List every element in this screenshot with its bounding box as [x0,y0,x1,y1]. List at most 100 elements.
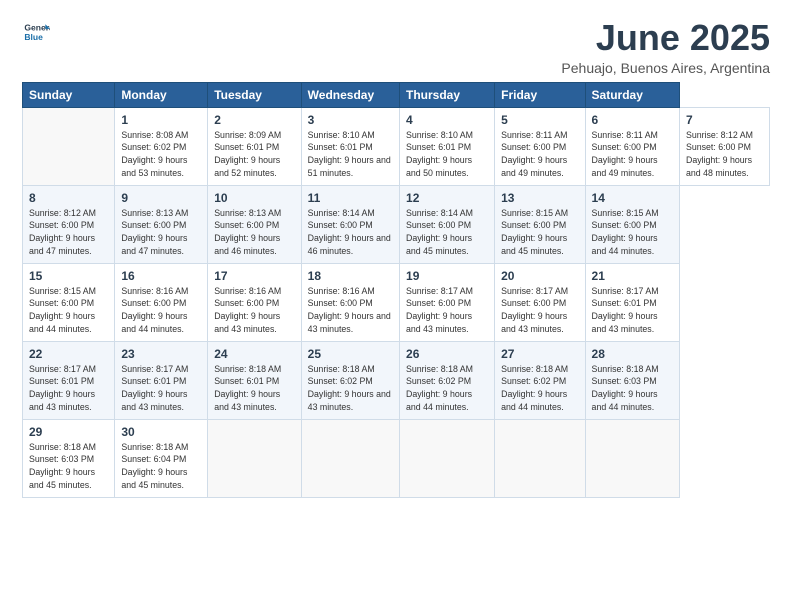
day-number: 15 [29,269,108,283]
day-info: Sunrise: 8:12 AMSunset: 6:00 PMDaylight:… [29,207,108,258]
col-saturday: Saturday [585,82,679,107]
calendar-header-row: Sunday Monday Tuesday Wednesday Thursday… [23,82,770,107]
day-number: 5 [501,113,578,127]
day-number: 28 [592,347,673,361]
calendar-cell: 25 Sunrise: 8:18 AMSunset: 6:02 PMDaylig… [301,341,399,419]
calendar-cell: 28 Sunrise: 8:18 AMSunset: 6:03 PMDaylig… [585,341,679,419]
day-number: 29 [29,425,108,439]
day-number: 23 [121,347,201,361]
day-number: 8 [29,191,108,205]
day-info: Sunrise: 8:10 AMSunset: 6:01 PMDaylight:… [308,129,393,180]
col-friday: Friday [495,82,585,107]
calendar-cell: 13 Sunrise: 8:15 AMSunset: 6:00 PMDaylig… [495,185,585,263]
day-number: 27 [501,347,578,361]
svg-text:Blue: Blue [24,32,43,42]
day-info: Sunrise: 8:09 AMSunset: 6:01 PMDaylight:… [214,129,294,180]
calendar-cell [585,419,679,497]
calendar-cell: 16 Sunrise: 8:16 AMSunset: 6:00 PMDaylig… [115,263,208,341]
calendar-cell: 19 Sunrise: 8:17 AMSunset: 6:00 PMDaylig… [400,263,495,341]
day-number: 1 [121,113,201,127]
calendar-cell: 30 Sunrise: 8:18 AMSunset: 6:04 PMDaylig… [115,419,208,497]
calendar-cell: 14 Sunrise: 8:15 AMSunset: 6:00 PMDaylig… [585,185,679,263]
calendar-cell: 4 Sunrise: 8:10 AMSunset: 6:01 PMDayligh… [400,107,495,185]
subtitle: Pehuajo, Buenos Aires, Argentina [561,60,770,76]
day-info: Sunrise: 8:18 AMSunset: 6:01 PMDaylight:… [214,363,294,414]
day-number: 11 [308,191,393,205]
day-info: Sunrise: 8:08 AMSunset: 6:02 PMDaylight:… [121,129,201,180]
day-info: Sunrise: 8:16 AMSunset: 6:00 PMDaylight:… [308,285,393,336]
day-info: Sunrise: 8:17 AMSunset: 6:01 PMDaylight:… [121,363,201,414]
calendar-cell: 5 Sunrise: 8:11 AMSunset: 6:00 PMDayligh… [495,107,585,185]
calendar-cell-empty [23,107,115,185]
day-number: 17 [214,269,294,283]
day-number: 7 [686,113,763,127]
day-info: Sunrise: 8:15 AMSunset: 6:00 PMDaylight:… [29,285,108,336]
main-title: June 2025 [561,18,770,58]
day-number: 24 [214,347,294,361]
calendar-cell: 27 Sunrise: 8:18 AMSunset: 6:02 PMDaylig… [495,341,585,419]
calendar-table: Sunday Monday Tuesday Wednesday Thursday… [22,82,770,498]
day-info: Sunrise: 8:17 AMSunset: 6:00 PMDaylight:… [501,285,578,336]
day-info: Sunrise: 8:13 AMSunset: 6:00 PMDaylight:… [214,207,294,258]
calendar-cell: 22 Sunrise: 8:17 AMSunset: 6:01 PMDaylig… [23,341,115,419]
day-number: 13 [501,191,578,205]
col-tuesday: Tuesday [208,82,301,107]
day-info: Sunrise: 8:17 AMSunset: 6:01 PMDaylight:… [29,363,108,414]
page: General Blue June 2025 Pehuajo, Buenos A… [0,0,792,612]
calendar-cell: 11 Sunrise: 8:14 AMSunset: 6:00 PMDaylig… [301,185,399,263]
calendar-cell: 2 Sunrise: 8:09 AMSunset: 6:01 PMDayligh… [208,107,301,185]
day-number: 22 [29,347,108,361]
header: General Blue June 2025 Pehuajo, Buenos A… [22,18,770,76]
calendar-cell: 29 Sunrise: 8:18 AMSunset: 6:03 PMDaylig… [23,419,115,497]
day-number: 16 [121,269,201,283]
calendar-cell: 17 Sunrise: 8:16 AMSunset: 6:00 PMDaylig… [208,263,301,341]
calendar-cell [301,419,399,497]
day-number: 30 [121,425,201,439]
day-info: Sunrise: 8:16 AMSunset: 6:00 PMDaylight:… [121,285,201,336]
day-info: Sunrise: 8:14 AMSunset: 6:00 PMDaylight:… [308,207,393,258]
day-info: Sunrise: 8:11 AMSunset: 6:00 PMDaylight:… [592,129,673,180]
calendar-cell: 10 Sunrise: 8:13 AMSunset: 6:00 PMDaylig… [208,185,301,263]
col-monday: Monday [115,82,208,107]
calendar-cell: 20 Sunrise: 8:17 AMSunset: 6:00 PMDaylig… [495,263,585,341]
day-number: 12 [406,191,488,205]
calendar-cell: 23 Sunrise: 8:17 AMSunset: 6:01 PMDaylig… [115,341,208,419]
day-number: 6 [592,113,673,127]
col-thursday: Thursday [400,82,495,107]
calendar-cell: 15 Sunrise: 8:15 AMSunset: 6:00 PMDaylig… [23,263,115,341]
calendar-cell: 3 Sunrise: 8:10 AMSunset: 6:01 PMDayligh… [301,107,399,185]
day-info: Sunrise: 8:11 AMSunset: 6:00 PMDaylight:… [501,129,578,180]
title-block: June 2025 Pehuajo, Buenos Aires, Argenti… [561,18,770,76]
day-number: 26 [406,347,488,361]
day-number: 21 [592,269,673,283]
calendar-cell: 6 Sunrise: 8:11 AMSunset: 6:00 PMDayligh… [585,107,679,185]
day-info: Sunrise: 8:10 AMSunset: 6:01 PMDaylight:… [406,129,488,180]
day-number: 25 [308,347,393,361]
day-info: Sunrise: 8:12 AMSunset: 6:00 PMDaylight:… [686,129,763,180]
day-info: Sunrise: 8:18 AMSunset: 6:02 PMDaylight:… [308,363,393,414]
day-info: Sunrise: 8:17 AMSunset: 6:01 PMDaylight:… [592,285,673,336]
day-info: Sunrise: 8:18 AMSunset: 6:03 PMDaylight:… [29,441,108,492]
day-info: Sunrise: 8:18 AMSunset: 6:02 PMDaylight:… [501,363,578,414]
day-number: 10 [214,191,294,205]
day-number: 2 [214,113,294,127]
logo-icon: General Blue [22,18,50,46]
calendar-cell: 18 Sunrise: 8:16 AMSunset: 6:00 PMDaylig… [301,263,399,341]
day-info: Sunrise: 8:18 AMSunset: 6:03 PMDaylight:… [592,363,673,414]
day-info: Sunrise: 8:15 AMSunset: 6:00 PMDaylight:… [501,207,578,258]
day-number: 3 [308,113,393,127]
col-sunday: Sunday [23,82,115,107]
day-number: 18 [308,269,393,283]
day-info: Sunrise: 8:18 AMSunset: 6:04 PMDaylight:… [121,441,201,492]
day-info: Sunrise: 8:15 AMSunset: 6:00 PMDaylight:… [592,207,673,258]
day-number: 20 [501,269,578,283]
day-number: 9 [121,191,201,205]
calendar-cell [208,419,301,497]
day-info: Sunrise: 8:14 AMSunset: 6:00 PMDaylight:… [406,207,488,258]
calendar-cell: 21 Sunrise: 8:17 AMSunset: 6:01 PMDaylig… [585,263,679,341]
calendar-cell [400,419,495,497]
calendar-cell: 8 Sunrise: 8:12 AMSunset: 6:00 PMDayligh… [23,185,115,263]
day-info: Sunrise: 8:18 AMSunset: 6:02 PMDaylight:… [406,363,488,414]
logo: General Blue [22,18,53,46]
day-number: 14 [592,191,673,205]
